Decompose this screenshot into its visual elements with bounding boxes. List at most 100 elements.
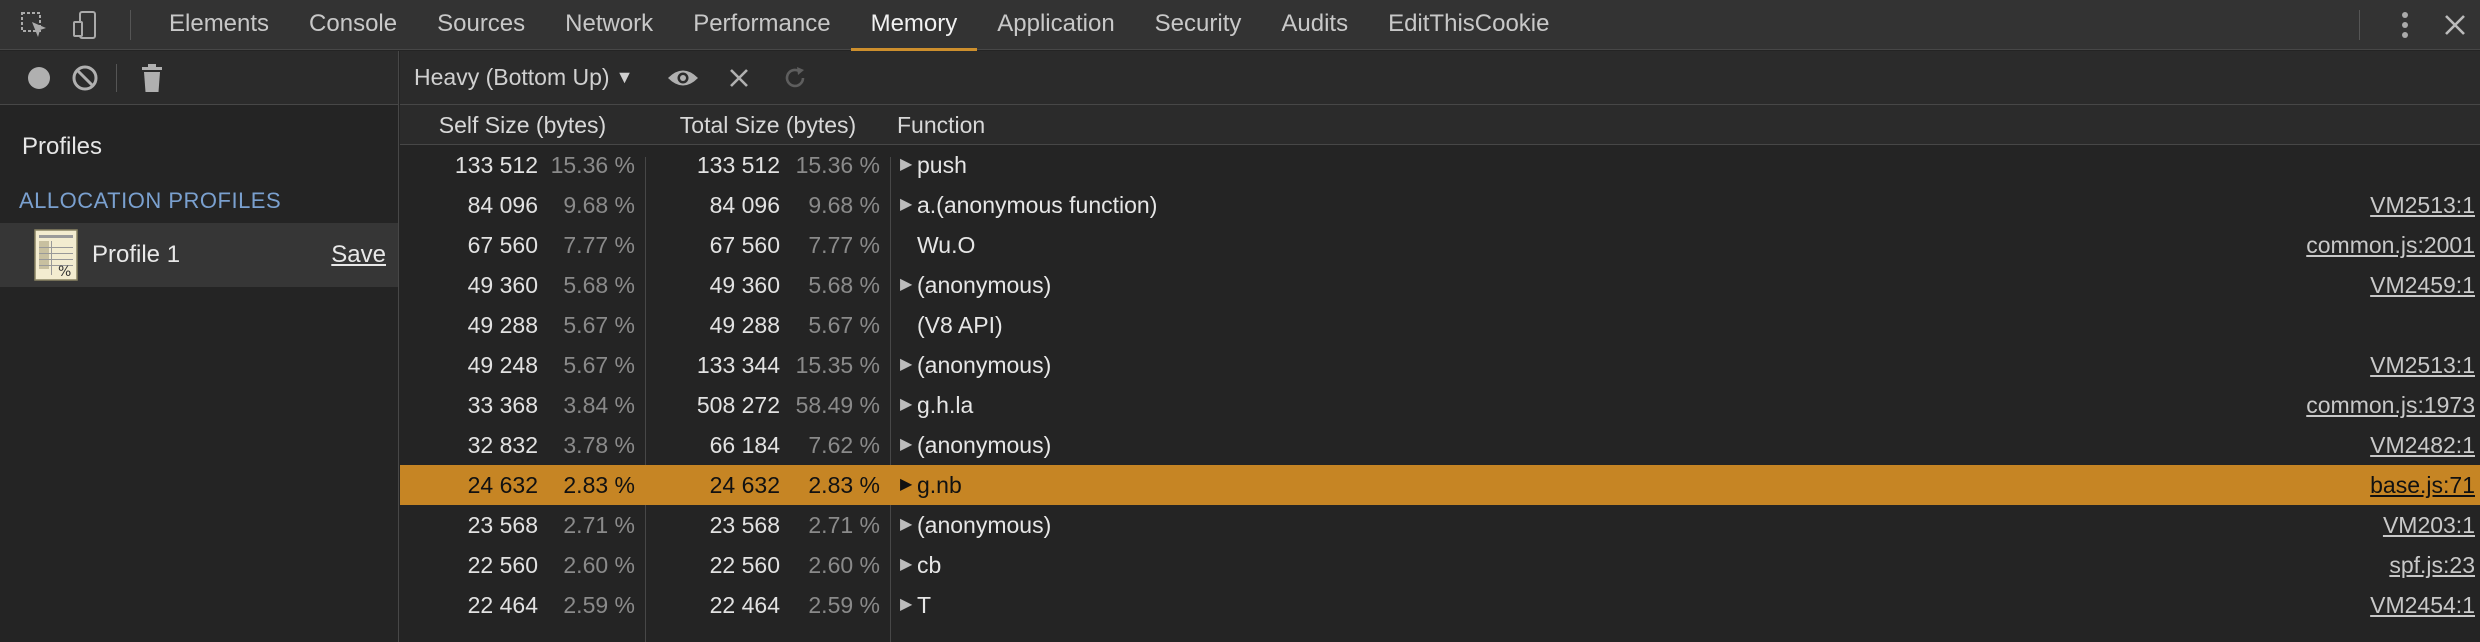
- clear-all-profiles-button[interactable]: [62, 55, 108, 101]
- self-size-percent: 3.84 %: [563, 392, 635, 418]
- tab-application[interactable]: Application: [977, 0, 1134, 50]
- view-selector-label: Heavy (Bottom Up): [414, 64, 610, 90]
- kebab-menu-icon: [2402, 12, 2408, 38]
- tab-security[interactable]: Security: [1135, 0, 1262, 50]
- self-size-value: 24 632: [467, 472, 538, 498]
- function-name: g.h.la: [917, 392, 974, 418]
- expand-triangle-icon[interactable]: ▶: [900, 545, 912, 585]
- tab-sources[interactable]: Sources: [417, 0, 545, 50]
- tab-network[interactable]: Network: [545, 0, 673, 50]
- record-icon: [28, 66, 50, 89]
- profile-item[interactable]: % Profile 1 Save: [0, 223, 398, 287]
- sidebar-toolbar: [0, 51, 398, 105]
- table-row[interactable]: 67 560 7.77 % 67 560 7.77 % Wu.O common.js:20…: [400, 225, 2480, 265]
- column-self-size[interactable]: Self Size (bytes): [400, 105, 645, 145]
- total-size-percent: 7.77 %: [808, 232, 880, 258]
- column-total-size[interactable]: Total Size (bytes): [646, 105, 890, 145]
- table-row[interactable]: 133 512 15.36 % 133 512 15.36 % ▶ push: [400, 145, 2480, 185]
- profile-name: Profile 1: [92, 241, 181, 268]
- restore-all-button[interactable]: [767, 53, 823, 103]
- close-devtools-button[interactable]: [2430, 0, 2480, 50]
- self-size-percent: 2.83 %: [563, 472, 635, 498]
- grid-header: Self Size (bytes) Total Size (bytes) Fun…: [400, 105, 2480, 145]
- total-size-percent: 15.36 %: [795, 152, 880, 178]
- table-row[interactable]: 22 560 2.60 % 22 560 2.60 % ▶ cb spf.js:23: [400, 545, 2480, 585]
- focus-selected-button[interactable]: [655, 53, 711, 103]
- function-name: (anonymous): [917, 512, 1052, 538]
- function-name: (anonymous): [917, 352, 1052, 378]
- tab-memory[interactable]: Memory: [850, 0, 978, 51]
- self-size-percent: 3.78 %: [563, 432, 635, 458]
- total-size-percent: 2.83 %: [808, 472, 880, 498]
- toolbar-divider: [130, 10, 131, 40]
- expand-triangle-icon[interactable]: ▶: [900, 585, 912, 625]
- table-row[interactable]: 24 632 2.83 % 24 632 2.83 % ▶ g.nb base.js:71: [400, 465, 2480, 505]
- total-size-value: 133 512: [696, 152, 780, 178]
- source-link[interactable]: VM2482:1: [2370, 425, 2475, 465]
- tab-performance[interactable]: Performance: [673, 0, 850, 50]
- source-link[interactable]: VM2513:1: [2370, 345, 2475, 385]
- tab-audits[interactable]: Audits: [1261, 0, 1368, 50]
- total-size-value: 133 344: [696, 352, 780, 378]
- table-row[interactable]: 32 832 3.78 % 66 184 7.62 % ▶ (anonymous) VM24…: [400, 425, 2480, 465]
- inspect-element-button[interactable]: [8, 0, 60, 50]
- expand-triangle-icon[interactable]: ▶: [900, 385, 912, 425]
- total-size-percent: 15.35 %: [795, 352, 880, 378]
- expand-triangle-icon[interactable]: ▶: [900, 465, 912, 505]
- source-link[interactable]: VM2513:1: [2370, 185, 2475, 225]
- self-size-value: 22 464: [467, 592, 538, 618]
- function-name: a.(anonymous function): [917, 192, 1158, 218]
- tab-editthiscookie[interactable]: EditThisCookie: [1368, 0, 1569, 50]
- table-row[interactable]: 49 360 5.68 % 49 360 5.68 % ▶ (anonymous) VM24…: [400, 265, 2480, 305]
- expand-triangle-icon[interactable]: ▶: [900, 185, 912, 225]
- self-size-value: 32 832: [467, 432, 538, 458]
- source-link[interactable]: spf.js:23: [2389, 545, 2475, 585]
- source-link[interactable]: common.js:2001: [2306, 225, 2475, 265]
- start-recording-button[interactable]: [16, 55, 62, 101]
- source-link[interactable]: base.js:71: [2370, 465, 2475, 505]
- total-size-value: 508 272: [696, 392, 780, 418]
- total-size-percent: 58.49 %: [795, 392, 880, 418]
- self-size-percent: 5.68 %: [563, 272, 635, 298]
- cursor-select-icon: [21, 12, 46, 37]
- more-options-button[interactable]: [2380, 0, 2430, 50]
- source-link[interactable]: VM2459:1: [2370, 265, 2475, 305]
- expand-triangle-icon[interactable]: ▶: [900, 505, 912, 545]
- table-row[interactable]: 84 096 9.68 % 84 096 9.68 % ▶ a.(anonymous fu…: [400, 185, 2480, 225]
- close-icon: [730, 68, 749, 87]
- table-row[interactable]: 22 464 2.59 % 22 464 2.59 % ▶ T VM2454:1: [400, 585, 2480, 625]
- table-row[interactable]: 49 248 5.67 % 133 344 15.35 % ▶ (anonymous) VM…: [400, 345, 2480, 385]
- save-profile-link[interactable]: Save: [331, 241, 386, 269]
- column-function[interactable]: Function: [897, 105, 985, 145]
- device-toolbar-button[interactable]: [60, 0, 112, 50]
- total-size-value: 22 560: [709, 552, 780, 578]
- view-selector[interactable]: Heavy (Bottom Up) ▼: [414, 64, 633, 91]
- exclude-selected-button[interactable]: [711, 53, 767, 103]
- total-size-value: 49 360: [709, 272, 780, 298]
- table-row[interactable]: 33 368 3.84 % 508 272 58.49 % ▶ g.h.la common.…: [400, 385, 2480, 425]
- refresh-icon: [786, 66, 805, 87]
- self-size-value: 33 368: [467, 392, 538, 418]
- total-size-percent: 7.62 %: [808, 432, 880, 458]
- function-name: cb: [917, 552, 942, 578]
- expand-triangle-icon[interactable]: ▶: [900, 145, 912, 185]
- profiles-sidebar: Profiles ALLOCATION PROFILES % Profile 1…: [0, 51, 399, 642]
- table-row[interactable]: 23 568 2.71 % 23 568 2.71 % ▶ (anonymous) VM20…: [400, 505, 2480, 545]
- source-link[interactable]: common.js:1973: [2306, 385, 2475, 425]
- source-link[interactable]: VM2454:1: [2370, 585, 2475, 625]
- trash-icon: [142, 63, 162, 92]
- source-link[interactable]: VM203:1: [2383, 505, 2475, 545]
- self-size-percent: 15.36 %: [550, 152, 635, 178]
- self-size-value: 84 096: [467, 192, 538, 218]
- profiles-heading: Profiles: [22, 133, 103, 160]
- collect-garbage-button[interactable]: [129, 55, 175, 101]
- profile-view: Heavy (Bottom Up) ▼ Self Size (bytes) To…: [400, 51, 2480, 642]
- self-size-percent: 2.60 %: [563, 552, 635, 578]
- expand-triangle-icon[interactable]: ▶: [900, 265, 912, 305]
- tab-elements[interactable]: Elements: [149, 0, 289, 50]
- expand-triangle-icon[interactable]: ▶: [900, 425, 912, 465]
- expand-triangle-icon[interactable]: ▶: [900, 345, 912, 385]
- tab-console[interactable]: Console: [289, 0, 417, 50]
- table-row[interactable]: 49 288 5.67 % 49 288 5.67 % (V8 API): [400, 305, 2480, 345]
- self-size-percent: 7.77 %: [563, 232, 635, 258]
